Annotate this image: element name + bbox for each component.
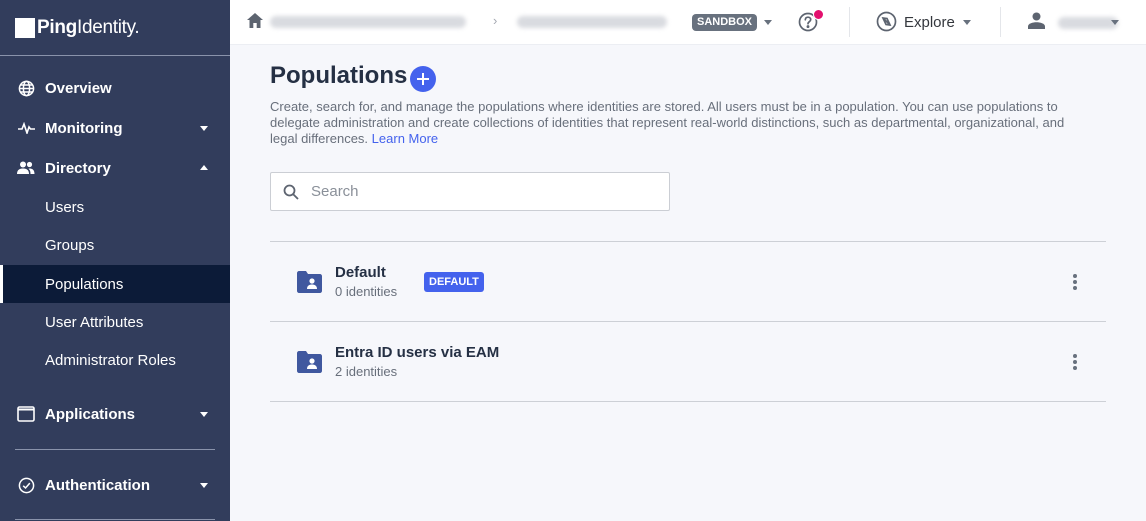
users-icon [17,159,35,177]
sidebar-subitem-administrator-roles[interactable]: Administrator Roles [0,341,230,379]
breadcrumb-separator-icon: › [493,13,498,28]
population-identity-count: 2 identities [335,364,398,379]
explore-chevron-down-icon[interactable] [963,20,971,25]
chevron-down-icon [200,126,208,131]
learn-more-link[interactable]: Learn More [372,131,438,146]
user-icon[interactable] [1028,12,1045,34]
sidebar-subitem-users[interactable]: Users [0,188,230,226]
list-divider [270,401,1106,402]
window-icon [17,405,35,423]
population-row-default[interactable]: Default 0 identities DEFAULT [270,242,1106,322]
user-chevron-down-icon[interactable] [1111,20,1119,25]
search-icon [283,184,299,200]
add-population-button[interactable] [410,66,436,92]
sidebar-item-directory[interactable]: Directory [0,149,230,187]
user-name[interactable] [1058,17,1118,29]
sidebar-subitem-groups[interactable]: Groups [0,226,230,264]
sidebar-divider [15,519,215,520]
top-header: › SANDBOX Explore [230,0,1146,45]
sidebar-subitem-populations[interactable]: Populations [0,265,230,303]
chevron-up-icon [200,165,208,170]
sidebar-item-applications[interactable]: Applications [0,395,230,433]
environment-chevron-down-icon[interactable] [764,20,772,25]
sidebar-item-label: Monitoring [45,119,123,137]
header-divider [849,7,850,37]
chevron-down-icon [200,483,208,488]
sidebar-subitem-label: Populations [45,275,124,293]
population-name: Default [335,264,386,281]
population-row-entra-id[interactable]: Entra ID users via EAM 2 identities [270,322,1106,402]
page-description: Create, search for, and manage the popul… [270,99,1070,147]
population-identity-count: 0 identities [335,284,398,299]
sidebar-item-overview[interactable]: Overview [0,69,230,107]
sidebar-subitem-label: Administrator Roles [45,351,176,369]
logo-text-bold: Ping [37,16,77,38]
sidebar-item-label: Overview [45,79,112,97]
pulse-icon [17,119,35,137]
search-field[interactable] [270,172,670,211]
notification-dot [813,9,824,20]
sidebar-subitem-label: Groups [45,236,95,254]
more-options-icon[interactable] [1066,352,1084,372]
sidebar-subitem-label: Users [45,198,85,216]
ping-identity-logo[interactable]: PingIdentity. [0,0,230,56]
plus-icon [417,73,429,85]
sidebar-subitem-user-attributes[interactable]: User Attributes [0,303,230,341]
page-title: Populations [270,62,408,89]
sidebar-item-authentication[interactable]: Authentication [0,466,230,504]
logo-dot: . [134,16,140,38]
logo-mark [15,17,35,38]
breadcrumb-organization[interactable] [270,16,466,28]
population-folder-icon [297,351,322,378]
environment-badge[interactable]: SANDBOX [692,14,758,31]
more-options-icon[interactable] [1066,272,1084,292]
globe-icon [17,79,35,97]
sidebar-item-label: Applications [45,405,136,423]
sidebar-subitem-label: User Attributes [45,313,144,331]
compass-icon[interactable] [876,11,897,37]
search-input[interactable] [311,173,661,210]
sidebar-item-label: Directory [45,159,111,177]
chevron-down-icon [200,412,208,417]
sidebar-item-monitoring[interactable]: Monitoring [0,109,230,147]
default-badge: DEFAULT [424,272,484,292]
population-folder-icon [297,271,322,298]
header-divider [1000,7,1001,37]
sidebar-item-label: Authentication [45,476,150,494]
check-circle-icon [17,476,35,494]
explore-menu[interactable]: Explore [904,14,955,31]
sidebar: PingIdentity. Overview Monitoring Direct… [0,0,230,521]
home-icon[interactable] [247,13,263,33]
sidebar-divider [15,449,215,450]
breadcrumb-environment[interactable] [517,16,667,28]
population-name: Entra ID users via EAM [335,344,500,361]
logo-text-regular: Identity [76,16,135,38]
